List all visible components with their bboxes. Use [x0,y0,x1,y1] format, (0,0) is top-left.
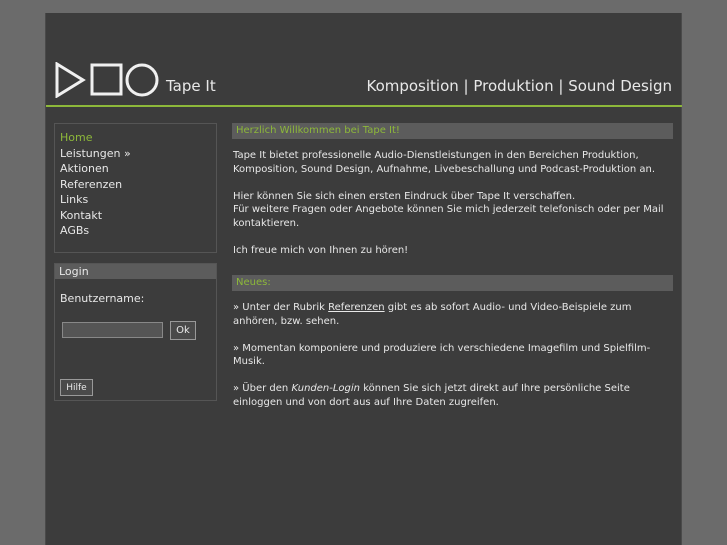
news-item-3-text-start: » Über den [233,383,292,394]
header-slogan: Komposition | Produktion | Sound Design [366,77,672,95]
login-title: Login [55,264,216,279]
news-item-2: » Momentan komponiere und produziere ich… [233,342,651,368]
welcome-paragraph-3: Ich freue mich von Ihnen zu hören! [233,244,409,256]
login-box: Login Benutzername: Ok Hilfe [54,263,217,401]
main-content: Herzlich Willkommen bei Tape It! Tape It… [232,123,673,423]
nav-item-links[interactable]: Links [60,192,216,208]
nav-item-home[interactable]: Home [60,130,216,146]
main-navigation: Home Leistungen » Aktionen Referenzen Li… [54,123,217,253]
nav-item-referenzen[interactable]: Referenzen [60,177,216,193]
header: Tape It Komposition | Produktion | Sound… [46,13,682,107]
login-ok-button[interactable]: Ok [170,321,196,340]
username-label: Benutzername: [60,292,145,305]
welcome-paragraph-2: Hier können Sie sich einen ersten Eindru… [232,190,673,231]
nav-item-leistungen[interactable]: Leistungen » [60,146,216,162]
brand-name: Tape It [166,77,216,95]
welcome-title: Herzlich Willkommen bei Tape It! [232,123,673,139]
news-item-1: » Unter der Rubrik Referenzen gibt es ab… [232,301,673,328]
nav-item-aktionen[interactable]: Aktionen [60,161,216,177]
play-square-circle-logo[interactable] [55,62,160,98]
news-title: Neues: [232,275,673,291]
news-item-1-text-start: » Unter der Rubrik [233,302,329,313]
news-item-3: » Über den Kunden-Login können Sie sich … [232,382,673,409]
kunden-login-emphasis: Kunden-Login [291,383,361,394]
username-input[interactable] [62,322,163,338]
nav-item-agbs[interactable]: AGBs [60,223,216,239]
page-container: Tape It Komposition | Produktion | Sound… [45,13,682,545]
welcome-paragraph-2-line-1: Hier können Sie sich einen ersten Eindru… [233,190,576,202]
welcome-paragraph-1: Tape It bietet professionelle Audio-Dien… [233,150,656,175]
nav-item-kontakt[interactable]: Kontakt [60,208,216,224]
referenzen-link[interactable]: Referenzen [328,302,384,313]
welcome-paragraph-2-line-2: Für weitere Fragen oder Angebote können … [233,204,664,229]
help-button[interactable]: Hilfe [60,379,93,396]
